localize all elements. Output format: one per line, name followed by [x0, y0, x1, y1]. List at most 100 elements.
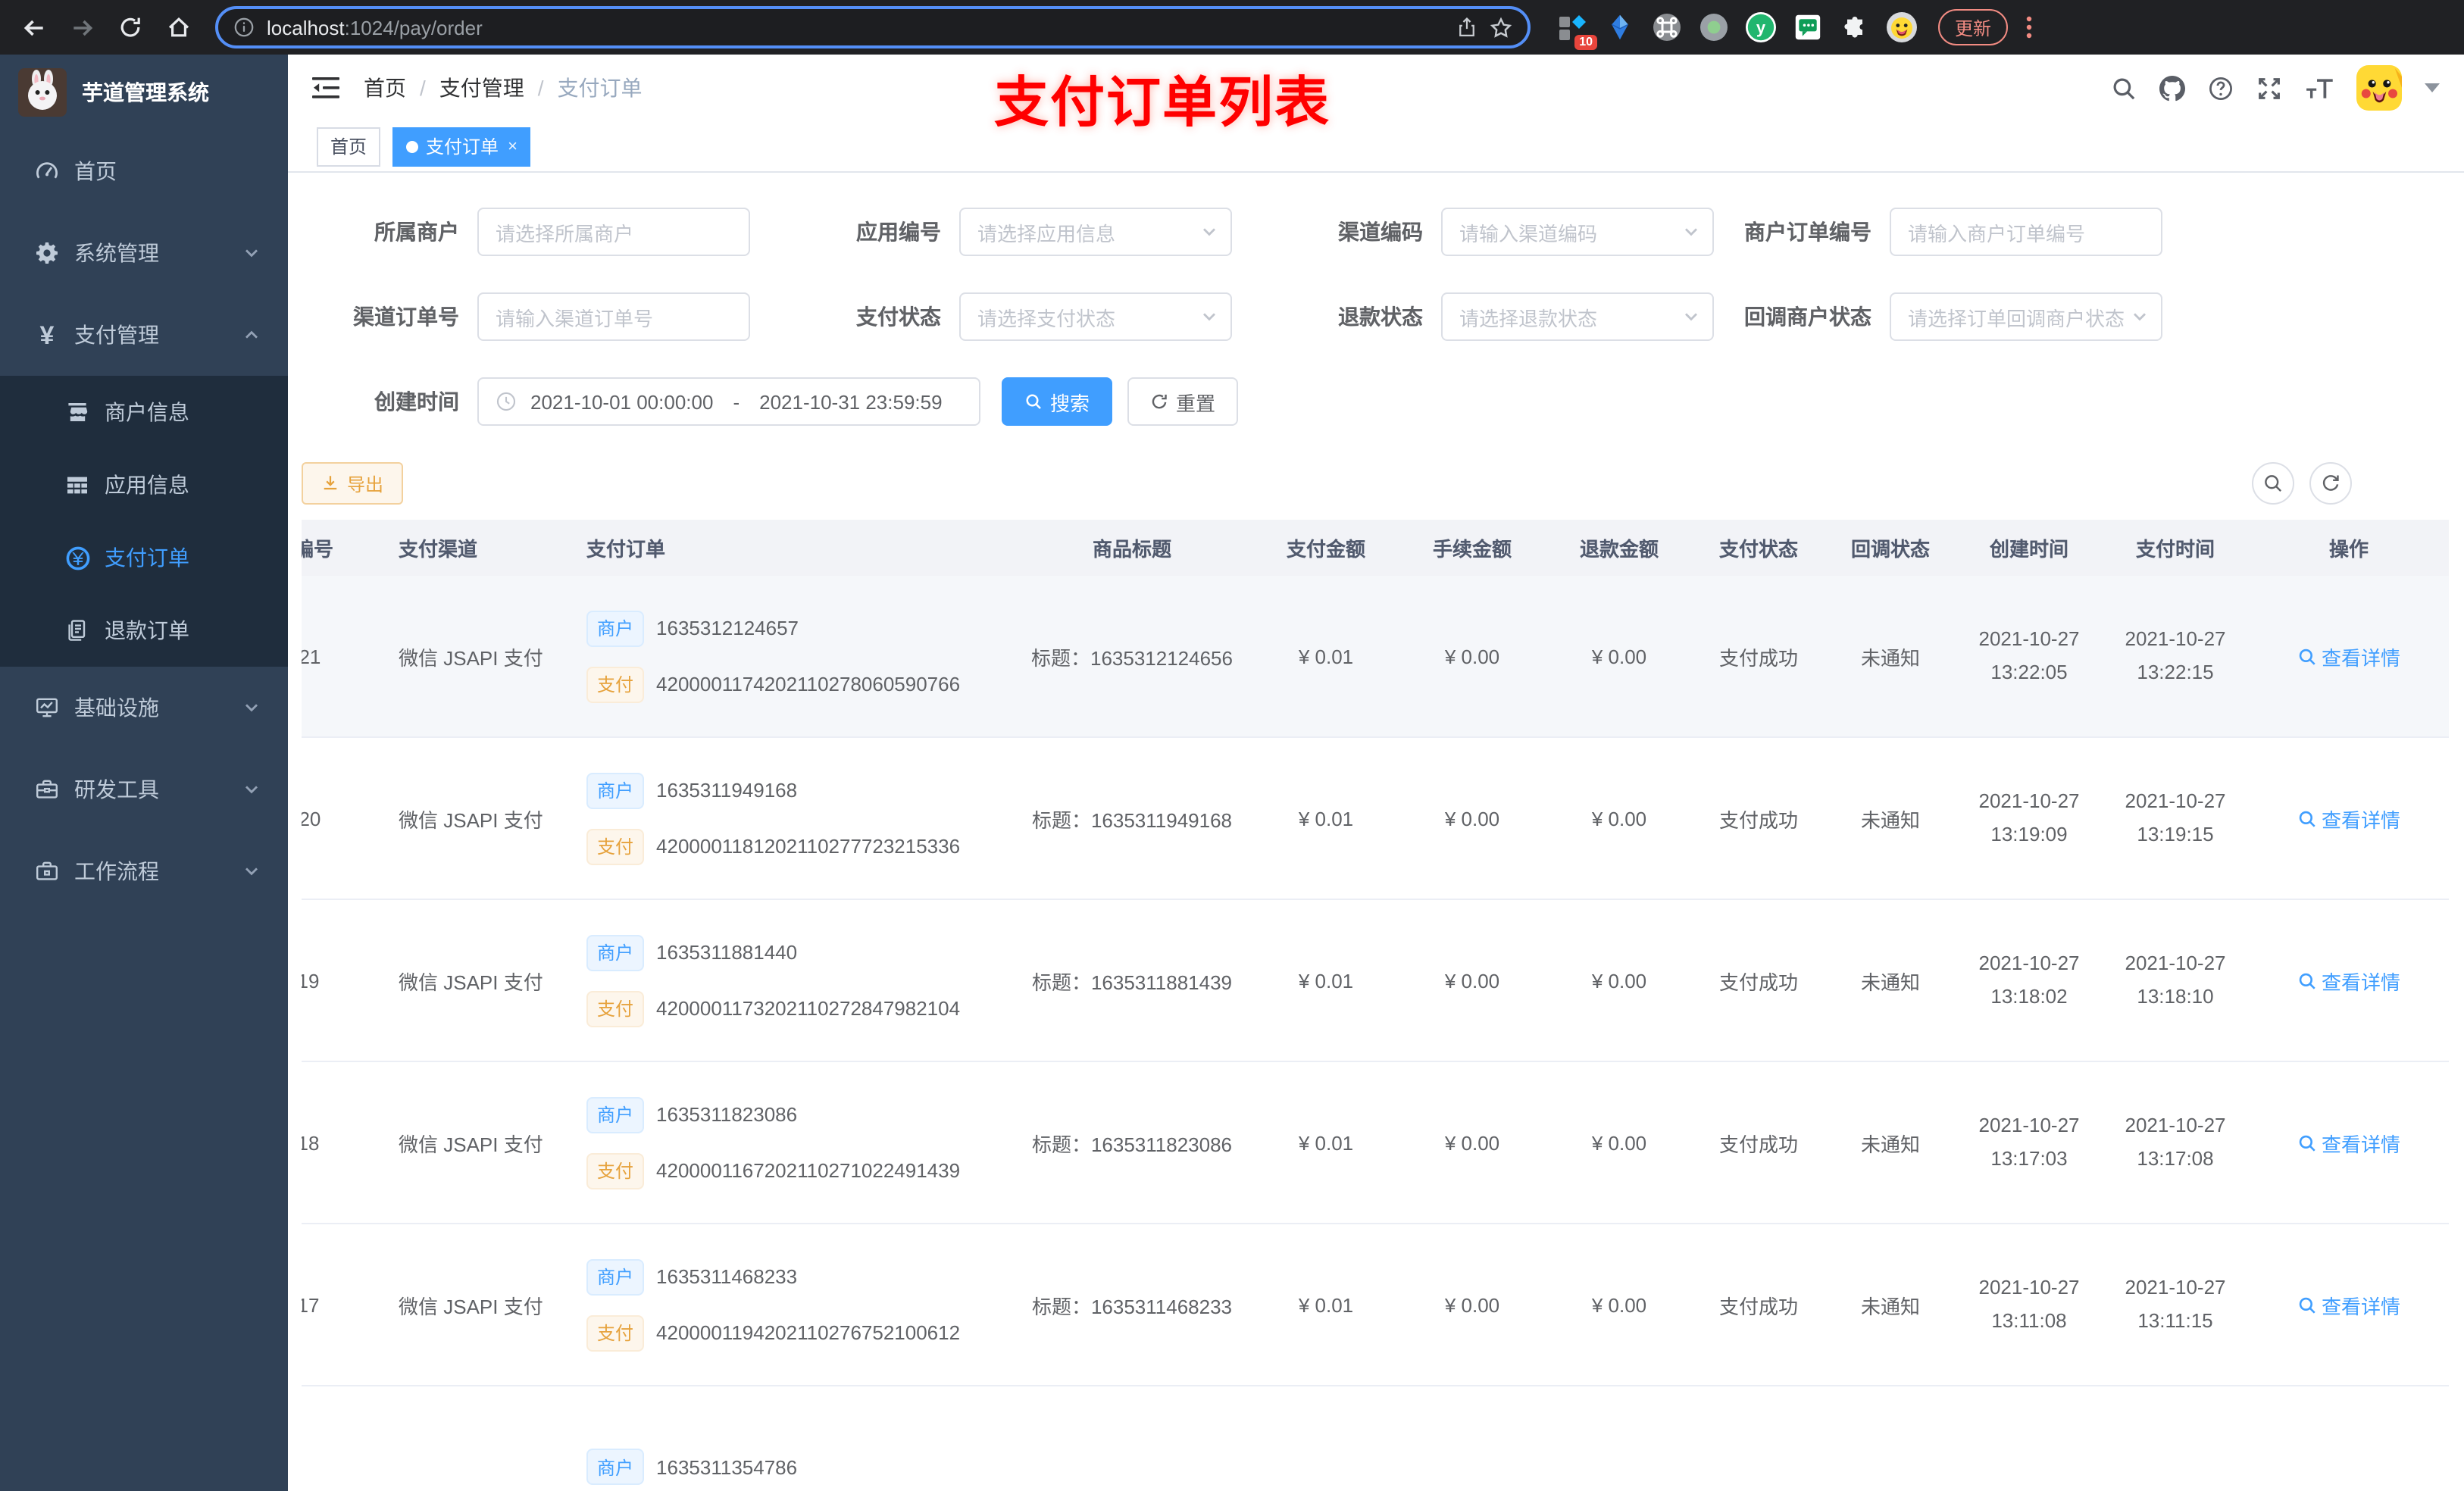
pay-tag: 支付 [586, 828, 645, 864]
cell-notify-status: 未通知 [1860, 646, 1920, 669]
help-icon[interactable] [2208, 75, 2234, 101]
sidebar-item-label: 研发工具 [74, 777, 159, 802]
merchant-order-no: 1635311823086 [656, 1103, 798, 1126]
share-icon[interactable] [1456, 17, 1477, 38]
sidebar-item-workflow[interactable]: 工作流程 [0, 830, 288, 912]
merchant-order-no: 1635312124657 [656, 617, 799, 639]
sidebar-item-pay[interactable]: ¥ 支付管理 [0, 294, 288, 376]
sidebar-item-pay-order[interactable]: 支付订单 [0, 521, 288, 594]
sidebar-item-label: 退款订单 [105, 618, 189, 642]
cell-refund-amount: ¥ 0.00 [1591, 1293, 1647, 1316]
briefcase-icon [30, 859, 64, 883]
user-menu-caret-icon[interactable] [2425, 83, 2440, 92]
merchant-order-no: 1635311354786 [656, 1455, 798, 1478]
cell-pay-order: 商户 1635311823086 支付 42000011672021102710224… [556, 1096, 1011, 1189]
sidebar-item-refund-order[interactable]: 退款订单 [0, 594, 288, 667]
extension-y-icon[interactable]: y [1746, 12, 1776, 42]
merchant-order-no: 1635311881440 [656, 941, 798, 964]
bookmark-star-icon[interactable] [1490, 16, 1512, 39]
sidebar-item-infra[interactable]: 基础设施 [0, 667, 288, 749]
cell-refund-amount: ¥ 0.00 [1591, 1131, 1647, 1154]
pay-order-line: 支付 4200001194202110276752100612 [586, 1314, 1011, 1351]
site-info-icon[interactable] [233, 17, 255, 38]
extension-dot-icon[interactable] [1699, 12, 1729, 42]
view-detail-link[interactable]: 查看详情 [2297, 966, 2400, 995]
cell-fee-amount: ¥ 0.00 [1444, 1293, 1500, 1316]
reset-button[interactable]: 重置 [1127, 377, 1239, 426]
create-time-range-input[interactable]: 2021-10-01 00:00:00 - 2021-10-31 23:59:5… [477, 377, 980, 426]
sidebar-item-app-info[interactable]: 应用信息 [0, 449, 288, 521]
view-detail-link[interactable]: 查看详情 [2297, 1128, 2400, 1157]
logo-rabbit-image [18, 68, 67, 117]
tab-home[interactable]: 首页 [317, 127, 381, 166]
cell-pay-time: 2021-10-27 13:22:15 [2125, 627, 2226, 683]
filter-label: 渠道订单号 [353, 305, 459, 329]
search-button[interactable]: 搜索 [1002, 377, 1113, 426]
chevron-down-icon [242, 780, 261, 799]
browser-home-icon[interactable] [158, 6, 200, 48]
refresh-button[interactable] [2309, 462, 2352, 505]
sidebar: 芋道管理系统 首页 系统管理 ¥ 支付管理 商户信息 应用信息 支付订单退款订单基础设施研发… [0, 55, 288, 1491]
filter-select[interactable]: 请选择订单回调商户状态 [1890, 292, 2162, 341]
channel-order-no: 4200001174202110278060590766 [656, 673, 961, 695]
sidebar-item-dev-tools[interactable]: 研发工具 [0, 749, 288, 830]
pay-tag: 支付 [586, 990, 645, 1027]
search-icon[interactable] [2111, 75, 2137, 101]
browser-back-icon[interactable] [12, 6, 55, 48]
cell-fee-amount: ¥ 0.00 [1444, 1131, 1500, 1154]
github-icon[interactable] [2159, 75, 2185, 101]
view-detail-link[interactable]: 查看详情 [2297, 804, 2400, 833]
pay-order-line: 支付 4200001181202110277723215336 [586, 828, 1011, 864]
address-bar[interactable]: localhost:1024/pay/order [215, 6, 1531, 48]
filter-form: 所属商户 请选择所属商户 应用编号 请选择应用信息 渠道编码 请输入渠道编码 商户订单编号请… [302, 208, 2449, 341]
sidebar-fold-icon[interactable] [312, 77, 339, 98]
url-text: localhost:1024/pay/order [267, 16, 483, 39]
column-header: 支付金额 [1286, 538, 1365, 561]
sidebar-item-label: 工作流程 [74, 859, 159, 883]
extension-tag-icon[interactable]: 10 [1558, 12, 1597, 50]
document-icon [61, 618, 94, 642]
tab-pay-order[interactable]: 支付订单 × [392, 127, 531, 166]
extension-kite-icon[interactable] [1605, 12, 1635, 42]
filter-select[interactable]: 请选择退款状态 [1441, 292, 1714, 341]
sidebar-item-system[interactable]: 系统管理 [0, 212, 288, 294]
view-detail-link[interactable]: 查看详情 [2297, 1290, 2400, 1319]
export-button[interactable]: 导出 [302, 462, 404, 505]
filter-row-2: 渠道订单号 请输入渠道订单号 支付状态 请选择支付状态 退款状态 请选择退款状态 回调商户状… [302, 292, 2449, 341]
filter-select[interactable]: 请输入渠道编码 [1441, 208, 1714, 256]
extension-chat-icon[interactable] [1793, 12, 1823, 42]
sidebar-item-home[interactable]: 首页 [0, 130, 288, 212]
filter-input[interactable]: 请选择所属商户 [477, 208, 750, 256]
breadcrumb-pay-mgmt[interactable]: 支付管理 [439, 73, 524, 103]
browser-menu-icon[interactable] [2026, 15, 2032, 39]
browser-reload-icon[interactable] [109, 6, 152, 48]
toggle-search-button[interactable] [2252, 462, 2294, 505]
user-avatar[interactable] [2356, 65, 2402, 111]
cell-pay-status: 支付成功 [1718, 1295, 1798, 1318]
merchant-order-line: 商户 1635311468233 [586, 1258, 1011, 1295]
browser-forward-icon[interactable] [61, 6, 103, 48]
merchant-order-line: 商户 1635312124657 [586, 610, 1011, 646]
filter-input[interactable]: 请输入商户订单编号 [1890, 208, 2162, 256]
cell-product-title: 标题：1635311468233 [1031, 1295, 1233, 1318]
extension-command-icon[interactable] [1652, 12, 1682, 42]
sidebar-item-merchant-info[interactable]: 商户信息 [0, 376, 288, 449]
font-size-icon[interactable] [2305, 77, 2334, 99]
browser-update-button[interactable]: 更新 [1938, 9, 2009, 45]
filter-input[interactable]: 请输入渠道订单号 [477, 292, 750, 341]
placeholder-text: 请输入商户订单编号 [1908, 222, 2086, 245]
chevron-down-icon [242, 244, 261, 262]
filter-select[interactable]: 请选择应用信息 [959, 208, 1232, 256]
top-navbar: 首页 / 支付管理 / 支付订单 支付订单列表 [288, 55, 2464, 133]
tab-close-icon[interactable]: × [508, 137, 518, 155]
merchant-order-no: 1635311468233 [656, 1265, 798, 1288]
column-header: 支付状态 [1718, 538, 1798, 561]
extensions-puzzle-icon[interactable] [1840, 12, 1870, 42]
channel-order-no: 4200001167202110271022491439 [656, 1159, 961, 1182]
filter-select[interactable]: 请选择支付状态 [959, 292, 1232, 341]
fullscreen-icon[interactable] [2256, 75, 2282, 101]
app-logo[interactable]: 芋道管理系统 [0, 55, 288, 130]
profile-emoji-avatar[interactable] [1887, 12, 1917, 42]
breadcrumb-home[interactable]: 首页 [364, 73, 406, 103]
view-detail-link[interactable]: 查看详情 [2297, 642, 2400, 670]
